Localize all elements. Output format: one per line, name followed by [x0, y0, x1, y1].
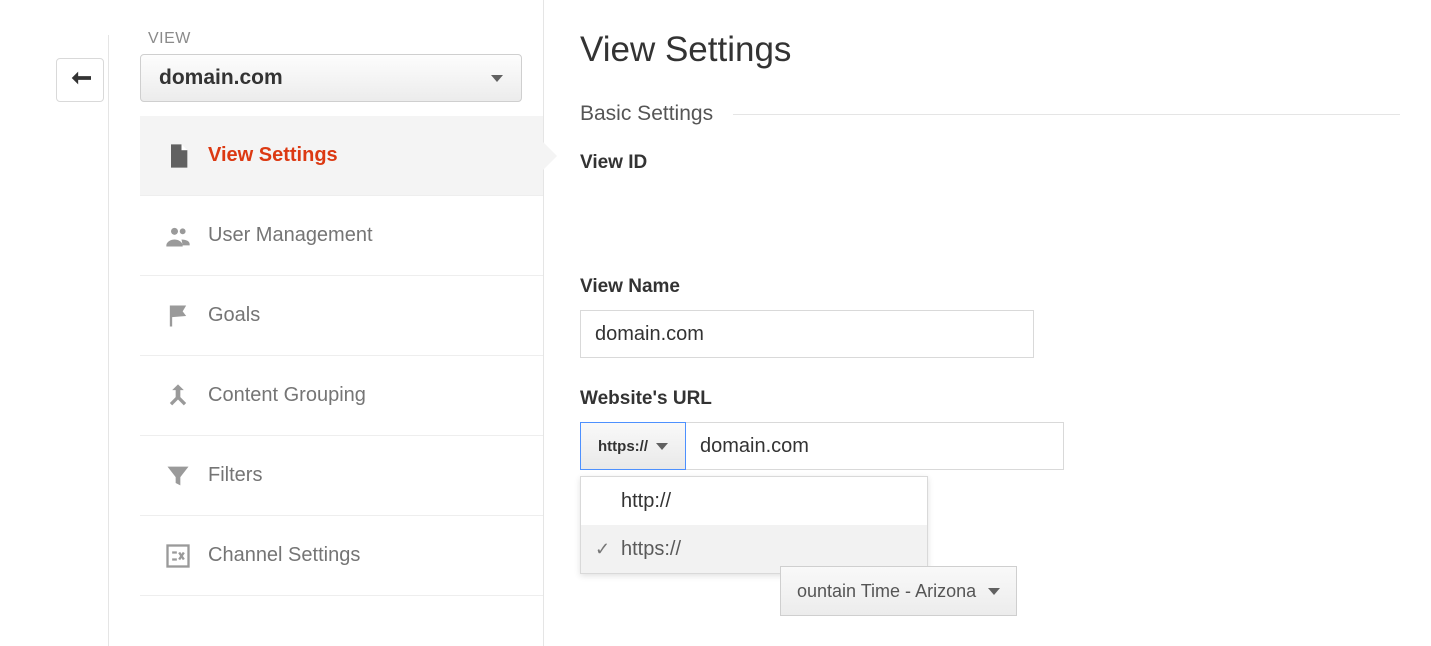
merge-icon — [156, 382, 200, 410]
protocol-dropdown: http:// https:// — [580, 476, 928, 574]
sidebar-item-label: Filters — [208, 464, 262, 487]
sidebar-item-label: Content Grouping — [208, 384, 366, 407]
sidebar: VIEW domain.com View Settings User Manag… — [140, 0, 544, 646]
sidebar-item-channel-settings[interactable]: Channel Settings — [140, 516, 543, 596]
back-arrow-icon — [69, 69, 91, 92]
website-url-input[interactable] — [686, 422, 1064, 470]
view-name-input[interactable] — [580, 310, 1034, 358]
section-rule — [733, 114, 1400, 115]
sidebar-nav: View Settings User Management Goals Cont… — [140, 116, 543, 596]
back-button[interactable] — [56, 58, 104, 102]
protocol-select-value: https:// — [598, 438, 648, 455]
protocol-select[interactable]: https:// — [580, 422, 686, 470]
sidebar-item-content-grouping[interactable]: Content Grouping — [140, 356, 543, 436]
caret-down-icon — [491, 75, 503, 82]
funnel-icon — [156, 462, 200, 490]
sidebar-item-filters[interactable]: Filters — [140, 436, 543, 516]
caret-down-icon — [988, 588, 1000, 595]
sidebar-item-user-management[interactable]: User Management — [140, 196, 543, 276]
website-url-label: Website's URL — [580, 388, 1400, 410]
flag-icon — [156, 302, 200, 330]
caret-down-icon — [656, 443, 668, 450]
field-view-id: View ID — [580, 152, 1400, 246]
sidebar-item-label: Channel Settings — [208, 544, 360, 567]
view-id-value-blank — [580, 186, 1400, 246]
timezone-select[interactable]: ountain Time - Arizona — [780, 566, 1017, 616]
field-view-name: View Name — [580, 276, 1400, 358]
document-icon — [156, 142, 200, 170]
page-title: View Settings — [580, 30, 1400, 70]
main-content: View Settings Basic Settings View ID Vie… — [580, 30, 1400, 500]
section-title: Basic Settings — [580, 102, 713, 126]
timezone-select-value: ountain Time - Arizona — [797, 581, 976, 602]
section-basic-settings: Basic Settings — [580, 102, 1400, 126]
view-picker-value: domain.com — [159, 66, 283, 90]
sidebar-item-label: Goals — [208, 304, 260, 327]
view-picker[interactable]: domain.com — [140, 54, 522, 102]
sidebar-item-label: User Management — [208, 224, 373, 247]
sidebar-item-view-settings[interactable]: View Settings — [140, 116, 543, 196]
channel-icon — [156, 542, 200, 570]
field-website-url: Website's URL https:// http:// https:// — [580, 388, 1400, 470]
sidebar-item-goals[interactable]: Goals — [140, 276, 543, 356]
protocol-option-http[interactable]: http:// — [581, 477, 927, 525]
view-id-label: View ID — [580, 152, 1400, 174]
sidebar-item-label: View Settings — [208, 144, 338, 167]
users-icon — [156, 222, 200, 250]
sidebar-section-label: VIEW — [140, 0, 543, 54]
vertical-divider-left — [108, 35, 109, 646]
view-name-label: View Name — [580, 276, 1400, 298]
